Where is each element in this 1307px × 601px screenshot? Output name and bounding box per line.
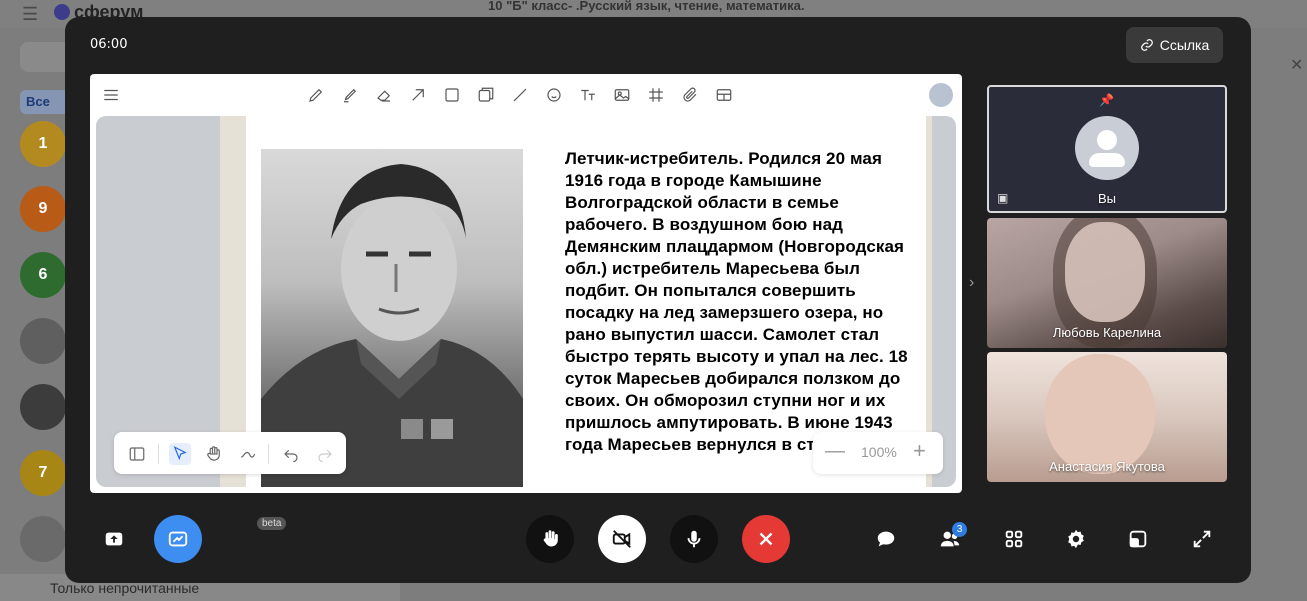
pointer-icon[interactable] bbox=[408, 85, 428, 105]
divider bbox=[268, 444, 269, 464]
whiteboard-button[interactable] bbox=[154, 515, 202, 563]
attachment-icon[interactable] bbox=[680, 85, 700, 105]
pin-icon[interactable]: 📌 bbox=[1099, 93, 1114, 107]
layout-grid-button[interactable] bbox=[990, 515, 1038, 563]
whiteboard[interactable]: Летчик-истребитель. Родился 20 мая 1916 … bbox=[90, 74, 962, 493]
document-line: суток Маресьев добирался ползком до bbox=[565, 369, 901, 388]
end-call-button[interactable] bbox=[742, 515, 790, 563]
emoji-icon[interactable] bbox=[544, 85, 564, 105]
chat-avatar[interactable] bbox=[20, 384, 66, 430]
camera-toggle-button[interactable] bbox=[598, 515, 646, 563]
image-icon[interactable] bbox=[612, 85, 632, 105]
participants-count-badge: 3 bbox=[952, 522, 967, 537]
sidebar-toggle-icon[interactable] bbox=[126, 443, 148, 465]
chat-avatar[interactable]: 1 bbox=[20, 121, 66, 167]
undo-icon[interactable] bbox=[280, 443, 302, 465]
whiteboard-canvas[interactable]: Летчик-истребитель. Родился 20 мая 1916 … bbox=[96, 116, 956, 487]
sticker-icon[interactable] bbox=[476, 85, 496, 105]
fullscreen-button[interactable] bbox=[1178, 515, 1226, 563]
chat-button[interactable] bbox=[862, 515, 910, 563]
document-line: рано выпустил шасси. Самолет стал bbox=[565, 325, 880, 344]
document-line: пришлось ампутировать. В июне 1943 bbox=[565, 413, 893, 432]
document-line: рабочего. В воздушном бою над bbox=[565, 215, 844, 234]
zoom-control: — 100% + bbox=[813, 432, 943, 474]
document-line: обл.) истребитель Маресьева был bbox=[565, 259, 861, 278]
user-avatar[interactable] bbox=[929, 83, 953, 107]
document-line: посадку на лед замерзшего озера, но bbox=[565, 303, 884, 322]
picture-in-picture-icon bbox=[1129, 530, 1147, 548]
eraser-icon[interactable] bbox=[374, 85, 394, 105]
marker-icon[interactable] bbox=[340, 85, 360, 105]
chat-title: 10 "Б" класс- .Русский язык, чтение, мат… bbox=[488, 0, 805, 13]
whiteboard-icon bbox=[168, 531, 188, 547]
grid-icon bbox=[1005, 530, 1023, 548]
share-screen-button[interactable] bbox=[90, 515, 138, 563]
link-button-label: Ссылка bbox=[1159, 37, 1210, 53]
chat-avatar[interactable]: 7 bbox=[20, 450, 66, 496]
close-icon[interactable]: ✕ bbox=[1290, 55, 1303, 75]
expand-icon bbox=[1193, 530, 1211, 548]
participant-tile[interactable]: Анастасия Якутова bbox=[987, 352, 1227, 482]
link-icon bbox=[1140, 39, 1153, 51]
zoom-out-button[interactable]: — bbox=[825, 440, 845, 463]
document-text: Летчик-истребитель. Родился 20 мая 1916 … bbox=[565, 148, 910, 456]
line-icon[interactable] bbox=[510, 85, 530, 105]
gear-icon bbox=[1068, 529, 1084, 549]
link-button[interactable]: Ссылка bbox=[1126, 27, 1223, 63]
settings-button[interactable] bbox=[1052, 515, 1100, 563]
document-line: Летчик-истребитель. Родился 20 мая bbox=[565, 149, 882, 168]
divider bbox=[158, 444, 159, 464]
pencil-icon[interactable] bbox=[306, 85, 326, 105]
participant-tile-self[interactable]: 📌 ▣ Вы bbox=[987, 85, 1227, 213]
document-line: Волгоградской области в семье bbox=[565, 193, 839, 212]
video-frame bbox=[1065, 222, 1145, 322]
document-line: 1916 года в городе Камышине bbox=[565, 171, 822, 190]
document-line: подбит. Он попытался совершить bbox=[565, 281, 856, 300]
chevron-right-icon[interactable]: › bbox=[969, 274, 974, 292]
participants-button[interactable] bbox=[926, 515, 974, 563]
laser-icon[interactable] bbox=[237, 443, 259, 465]
menu-icon[interactable]: ☰ bbox=[22, 4, 38, 25]
raise-hand-button[interactable] bbox=[526, 515, 574, 563]
filter-chip-all[interactable]: Все bbox=[20, 90, 70, 114]
call-timer: 06:00 bbox=[90, 37, 128, 52]
text-icon[interactable] bbox=[578, 85, 598, 105]
whiteboard-toolbar bbox=[90, 74, 962, 116]
participant-tile[interactable]: Любовь Карелина bbox=[987, 218, 1227, 348]
document-line: своих. Он обморозил ступни ног и их bbox=[565, 391, 886, 410]
hamburger-icon[interactable] bbox=[101, 85, 121, 105]
hand-icon bbox=[543, 530, 558, 547]
select-cursor-icon[interactable] bbox=[169, 443, 191, 465]
rectangle-icon[interactable] bbox=[442, 85, 462, 105]
chat-avatar[interactable] bbox=[20, 318, 66, 364]
hand-icon[interactable] bbox=[203, 443, 225, 465]
close-icon bbox=[759, 532, 773, 546]
avatar bbox=[1075, 116, 1139, 180]
video-frame bbox=[1045, 354, 1155, 474]
participant-name: Анастасия Якутова bbox=[1049, 459, 1165, 474]
participant-name: Вы bbox=[1097, 191, 1116, 206]
chat-avatar[interactable] bbox=[20, 516, 66, 562]
zoom-level: 100% bbox=[861, 444, 897, 460]
microphone-icon bbox=[687, 530, 701, 548]
camera-off-icon bbox=[612, 530, 631, 548]
call-window: 06:00 Ссылка Летчик-истребитель. Родился… bbox=[65, 17, 1251, 583]
share-screen-icon bbox=[105, 532, 123, 546]
chat-icon bbox=[877, 531, 895, 547]
zoom-in-button[interactable]: + bbox=[913, 438, 926, 464]
microphone-button[interactable] bbox=[670, 515, 718, 563]
floating-toolbar bbox=[114, 432, 346, 474]
chat-avatar[interactable]: 9 bbox=[20, 186, 66, 232]
beta-badge: beta bbox=[257, 517, 287, 530]
chat-avatar[interactable]: 6 bbox=[20, 252, 66, 298]
document-line: Демянским плацдармом (Новгородская bbox=[565, 237, 905, 256]
table-icon[interactable] bbox=[714, 85, 734, 105]
picture-in-picture-button[interactable] bbox=[1114, 515, 1162, 563]
participant-name: Любовь Карелина bbox=[1052, 325, 1162, 340]
redo-icon[interactable] bbox=[314, 443, 336, 465]
document-line: быстро терять высоту и упал на лес. 18 bbox=[565, 347, 908, 366]
grid-icon[interactable] bbox=[646, 85, 666, 105]
